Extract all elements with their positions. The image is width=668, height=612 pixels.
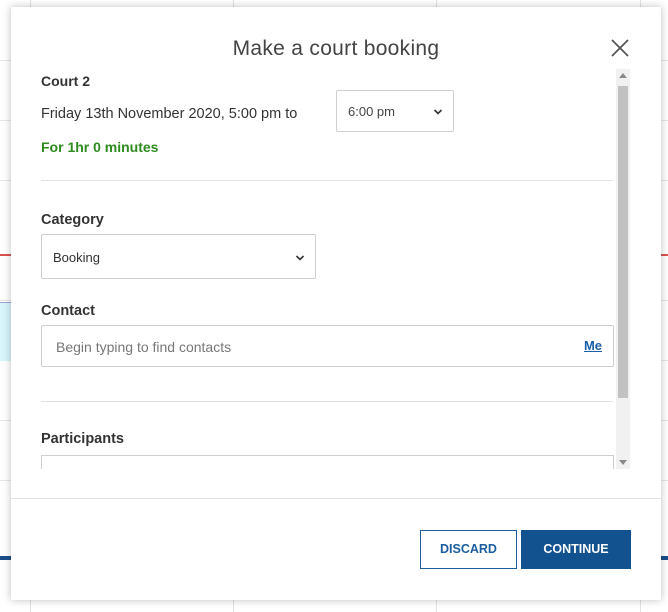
- duration-text: For 1hr 0 minutes: [41, 139, 159, 155]
- category-label: Category: [41, 212, 104, 228]
- scrollbar-thumb[interactable]: [618, 86, 628, 398]
- booking-date-text: Friday 13th November 2020, 5:00 pm to: [41, 106, 298, 122]
- footer-divider: [11, 498, 661, 499]
- me-link[interactable]: Me: [584, 338, 602, 353]
- vertical-scrollbar[interactable]: [616, 69, 630, 469]
- close-button[interactable]: [608, 36, 632, 60]
- court-booking-modal: Make a court booking Court 2 Friday 13th…: [11, 7, 661, 600]
- section-divider: [41, 401, 613, 402]
- category-value: Booking: [53, 250, 100, 265]
- court-name: Court 2: [41, 73, 90, 89]
- chevron-down-icon: [295, 255, 305, 261]
- end-time-select[interactable]: 6:00 pm: [336, 90, 454, 132]
- contact-field[interactable]: Me: [41, 325, 614, 368]
- contact-label: Contact: [41, 303, 95, 319]
- contact-search-input[interactable]: [54, 326, 558, 368]
- participants-label: Participants: [41, 431, 124, 447]
- close-icon: [611, 39, 629, 57]
- scroll-down-arrow-icon[interactable]: [619, 460, 627, 465]
- discard-button[interactable]: DISCARD: [420, 530, 517, 569]
- booking-form-scroll[interactable]: Court 2 Friday 13th November 2020, 5:00 …: [11, 69, 631, 469]
- category-select[interactable]: Booking: [41, 234, 316, 279]
- scroll-up-arrow-icon[interactable]: [619, 73, 627, 78]
- chevron-down-icon: [433, 109, 443, 115]
- section-divider: [41, 180, 613, 181]
- continue-button[interactable]: CONTINUE: [521, 530, 631, 569]
- participants-field[interactable]: [41, 455, 614, 469]
- end-time-value: 6:00 pm: [348, 104, 395, 119]
- modal-title: Make a court booking: [232, 37, 440, 60]
